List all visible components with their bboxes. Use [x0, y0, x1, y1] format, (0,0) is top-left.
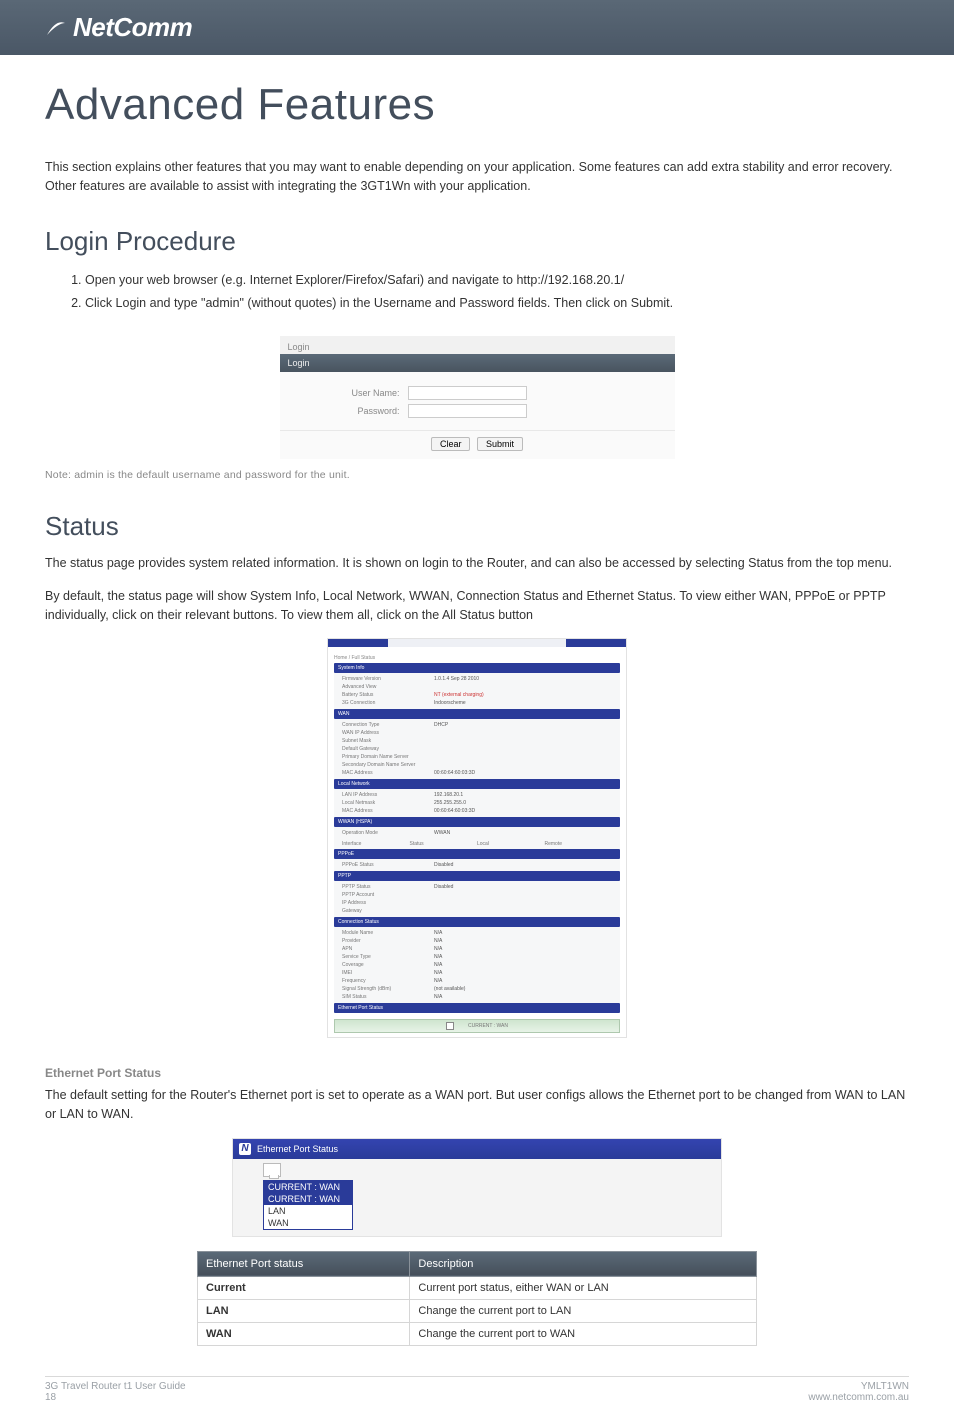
system-info-rows: Firmware Version1.0.1.4 Sep 28 2010 Adva… — [334, 673, 620, 709]
footer-left: 3G Travel Router t1 User Guide 18 — [45, 1381, 186, 1403]
netcomm-n-icon: N — [239, 1143, 251, 1155]
section-eth-port-status: Ethernet Port Status — [334, 1003, 620, 1013]
username-label: User Name: — [320, 388, 400, 398]
footer-product-code: YMLT1WN — [808, 1381, 909, 1392]
footer-guide-title: 3G Travel Router t1 User Guide — [45, 1381, 186, 1392]
wwan-rows: Operation ModeWWAN — [334, 827, 620, 839]
wan-rows: Connection TypeDHCP WAN IP Address Subne… — [334, 719, 620, 779]
section-pppoe: PPPoE — [334, 849, 620, 859]
eth-dropdown-selected: CURRENT : WAN — [264, 1181, 352, 1193]
login-buttons: Clear Submit — [280, 430, 675, 459]
intro-paragraph: This section explains other features tha… — [45, 158, 909, 196]
password-input[interactable] — [408, 404, 527, 418]
login-body: User Name: Password: — [280, 372, 675, 430]
eth-option-lan[interactable]: LAN — [264, 1205, 352, 1217]
eth-option-current[interactable]: CURRENT : WAN — [264, 1193, 352, 1205]
eth-para: The default setting for the Router's Eth… — [45, 1086, 909, 1124]
eth-subhead: Ethernet Port Status — [45, 1066, 909, 1080]
eth-port-dropdown[interactable]: CURRENT : WAN CURRENT : WAN LAN WAN — [263, 1180, 353, 1230]
page-content: Advanced Features This section explains … — [0, 80, 954, 1346]
page-title: Advanced Features — [45, 80, 909, 130]
ethernet-port-icon — [446, 1022, 454, 1030]
status-heading: Status — [45, 511, 909, 542]
page-footer: 3G Travel Router t1 User Guide 18 YMLT1W… — [0, 1381, 954, 1419]
login-screenshot: Login Login User Name: Password: Clear S… — [280, 336, 675, 459]
login-note: Note: admin is the default username and … — [45, 469, 909, 481]
submit-button[interactable]: Submit — [477, 437, 523, 451]
wwan-columns: Interface Status Local Remote — [334, 839, 620, 849]
status-para-2: By default, the status page will show Sy… — [45, 587, 909, 625]
status-screenshot: Home / Full Status System Info Firmware … — [327, 638, 627, 1038]
login-top-label: Login — [280, 336, 675, 354]
section-local-network: Local Network — [334, 779, 620, 789]
table-row: Current Current port status, either WAN … — [198, 1276, 757, 1299]
eth-panel-body: CURRENT : WAN CURRENT : WAN LAN WAN — [233, 1159, 721, 1236]
status-footer-option: CURRENT : WAN — [468, 1023, 508, 1029]
login-password-row: Password: — [320, 404, 635, 418]
section-wwan: WWAN (HSPA) — [334, 817, 620, 827]
table-row: LAN Change the current port to LAN — [198, 1299, 757, 1322]
section-pptp: PPTP — [334, 871, 620, 881]
status-footer-bar: CURRENT : WAN — [334, 1019, 620, 1033]
login-steps: Open your web browser (e.g. Internet Exp… — [85, 269, 909, 317]
footer-page-number: 18 — [45, 1392, 186, 1403]
login-tab-label: Login — [280, 354, 675, 372]
eth-port-screenshot: N Ethernet Port Status CURRENT : WAN CUR… — [232, 1138, 722, 1237]
section-connection-status: Connection Status — [334, 917, 620, 927]
connection-status-rows: Module NameN/A ProviderN/A APNN/A Servic… — [334, 927, 620, 1003]
th-port-status: Ethernet Port status — [198, 1251, 410, 1276]
login-heading: Login Procedure — [45, 226, 909, 257]
table-row: WAN Change the current port to WAN — [198, 1322, 757, 1345]
brand-text: NetComm — [73, 12, 192, 43]
login-username-row: User Name: — [320, 386, 635, 400]
ethernet-jack-icon — [263, 1163, 281, 1177]
local-network-rows: LAN IP Address192.168.20.1 Local Netmask… — [334, 789, 620, 817]
username-input[interactable] — [408, 386, 527, 400]
login-step-1: Open your web browser (e.g. Internet Exp… — [85, 269, 909, 293]
footer-rule — [45, 1376, 909, 1377]
brand-logo: NetComm — [45, 12, 192, 43]
header-band: NetComm — [0, 0, 954, 55]
section-wan: WAN — [334, 709, 620, 719]
pppoe-rows: PPPoE StatusDisabled — [334, 859, 620, 871]
clear-button[interactable]: Clear — [431, 437, 471, 451]
status-para-1: The status page provides system related … — [45, 554, 909, 573]
eth-panel-title: Ethernet Port Status — [257, 1144, 338, 1154]
eth-port-table: Ethernet Port status Description Current… — [197, 1251, 757, 1346]
footer-right: YMLT1WN www.netcomm.com.au — [808, 1381, 909, 1403]
footer-url: www.netcomm.com.au — [808, 1392, 909, 1403]
login-step-2: Click Login and type "admin" (without qu… — [85, 292, 909, 316]
password-label: Password: — [320, 406, 400, 416]
status-breadcrumb: Home / Full Status — [334, 655, 620, 661]
th-description: Description — [410, 1251, 757, 1276]
eth-panel-header: N Ethernet Port Status — [233, 1139, 721, 1159]
pptp-rows: PPTP StatusDisabled PPTP Account IP Addr… — [334, 881, 620, 917]
status-tabs — [328, 639, 626, 647]
logo-swoosh-icon — [45, 17, 67, 39]
section-system-info: System Info — [334, 663, 620, 673]
eth-option-wan[interactable]: WAN — [264, 1217, 352, 1229]
